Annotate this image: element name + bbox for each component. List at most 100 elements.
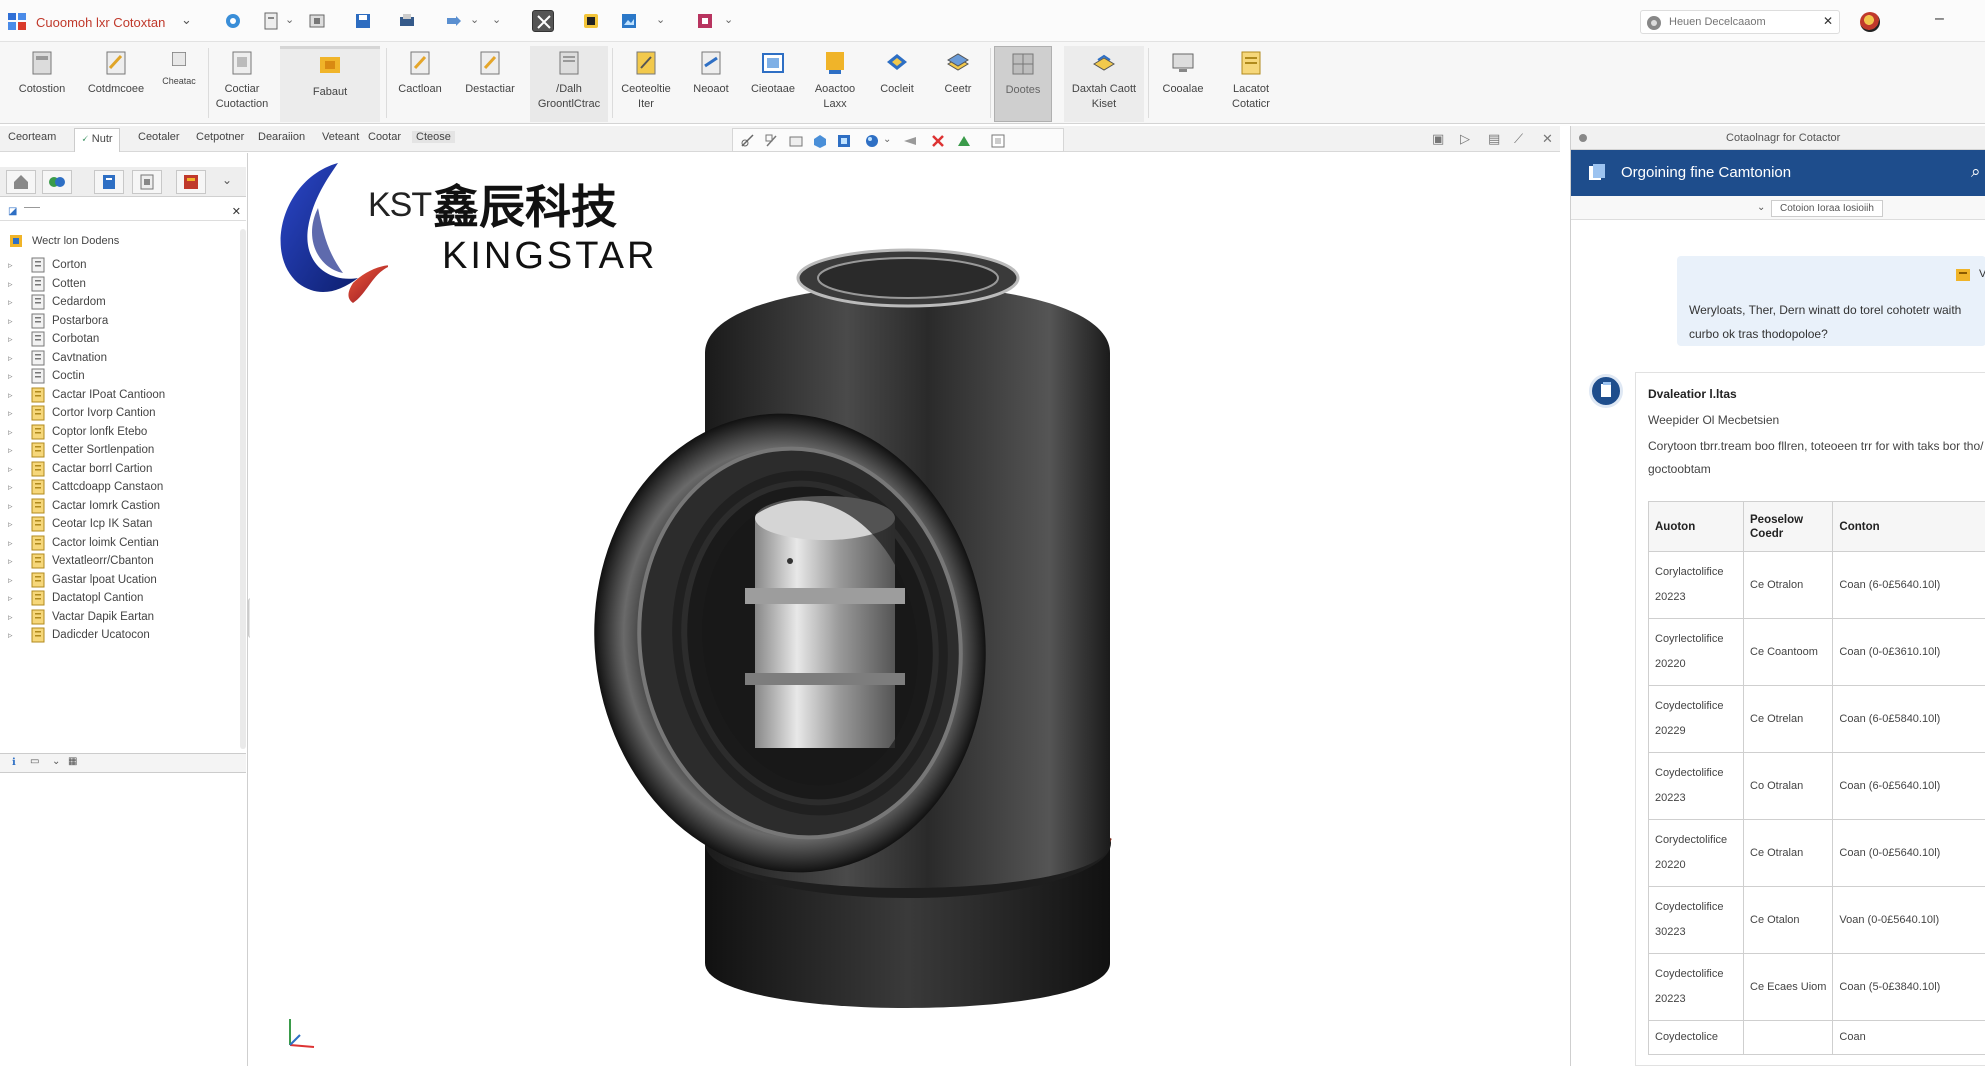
ribbon-button[interactable]: Ceoteoltie Iter <box>616 46 676 122</box>
tab-item[interactable]: 🗸 Nutr <box>74 128 120 152</box>
tab-item[interactable]: Cetpotner <box>196 131 244 143</box>
ribbon-button[interactable]: Ceetr <box>930 46 986 122</box>
ribbon-button[interactable]: Fabaut <box>280 46 380 122</box>
tab-item[interactable]: Cootar <box>368 131 401 143</box>
expand-icon[interactable]: ▹ <box>8 260 13 271</box>
ribbon-button[interactable]: Cooalae <box>1152 46 1214 122</box>
new-document-icon[interactable] <box>260 10 282 32</box>
scene-icon[interactable] <box>955 132 973 150</box>
expand-icon[interactable]: ▹ <box>8 464 13 475</box>
ribbon-button[interactable]: Daxtah Caott Kiset <box>1064 46 1144 122</box>
close-icon[interactable]: ✕ <box>232 205 241 218</box>
notes-icon[interactable] <box>580 10 602 32</box>
table-row[interactable]: Coydectolifice 30223 Ce Otalon Voan (0-0£5… <box>1648 886 1985 954</box>
expand-icon[interactable]: ▹ <box>8 297 13 308</box>
print-icon[interactable] <box>396 10 418 32</box>
scrollbar[interactable] <box>240 229 246 749</box>
tab-item[interactable]: Veteant <box>322 131 359 143</box>
chevron-down-icon[interactable]: ⌄ <box>492 13 501 26</box>
ribbon-button[interactable]: Cocleit <box>868 46 926 122</box>
minimize-icon[interactable]: – <box>1935 10 1944 28</box>
chevron-down-icon[interactable]: ⌄ <box>1757 202 1765 213</box>
ribbon-button[interactable]: Coctiar Cuotaction <box>212 46 272 122</box>
chevron-down-icon[interactable]: ⌄ <box>285 13 294 26</box>
tree-item[interactable]: ▹ Cotten <box>8 276 238 294</box>
table-row[interactable]: Coydectolifice 20229 Ce Otrelan Coan (6-0£… <box>1648 685 1985 753</box>
ribbon-button[interactable]: Lacatot Cotaticr <box>1218 46 1284 122</box>
3d-model[interactable] <box>540 243 1220 1063</box>
tree-item[interactable]: ▹ Coctin <box>8 368 238 386</box>
search-icon[interactable]: ⌕ <box>1971 162 1981 182</box>
expand-icon[interactable]: ▹ <box>8 427 13 438</box>
expand-icon[interactable]: ▹ <box>8 501 13 512</box>
expand-icon[interactable]: ▹ <box>8 519 13 530</box>
ribbon-button[interactable]: Cotostion <box>8 46 76 122</box>
configuration-tab[interactable] <box>94 170 124 194</box>
chevron-down-icon[interactable]: ⌄ <box>724 13 733 26</box>
tree-item[interactable]: ▹ Corton <box>8 257 238 275</box>
display-tab[interactable] <box>176 170 206 194</box>
filter-bar[interactable]: ◪ <box>0 205 246 221</box>
expand-icon[interactable]: ▹ <box>8 390 13 401</box>
chevron-down-icon[interactable]: ⌄ <box>470 13 479 26</box>
property-tab[interactable] <box>42 170 72 194</box>
tree-item[interactable]: ▹ Cattcdoapp Canstaon <box>8 479 238 497</box>
tile-icon[interactable]: ▤ <box>1488 131 1500 147</box>
dimxpert-tab[interactable] <box>132 170 162 194</box>
chevron-down-icon[interactable]: ⌄ <box>883 134 901 152</box>
feature-tree-tab[interactable] <box>6 170 36 194</box>
tree-item[interactable]: ▹ Cetter Sortlenpation <box>8 442 238 460</box>
table-row[interactable]: Coydectolifice 20223 Ce Ecaes Uiom Coan (5… <box>1648 953 1985 1021</box>
ribbon-button[interactable]: Neoaot <box>682 46 740 122</box>
context-tag[interactable]: Cotoion Ioraa Iosioiih <box>1771 200 1883 217</box>
tab-item[interactable]: Ceorteam <box>8 131 56 143</box>
tree-item[interactable]: ▹ Gastar lpoat Ucation <box>8 572 238 590</box>
avatar[interactable] <box>1860 12 1880 32</box>
expand-icon[interactable]: ▹ <box>8 482 13 493</box>
close-icon[interactable]: ✕ <box>1823 14 1833 28</box>
expand-icon[interactable]: ▹ <box>8 538 13 549</box>
viewport-restore-icon[interactable]: ▣ <box>1432 131 1444 147</box>
table-row[interactable]: Corylactolifice 20223 Ce Otralon Coan (6-0… <box>1648 551 1985 619</box>
tree-item[interactable]: ▹ Corbotan <box>8 331 238 349</box>
tree-item[interactable]: ▹ Ceotar Icp IK Satan <box>8 516 238 534</box>
grid-icon[interactable]: ▦ <box>68 756 77 767</box>
title-dropdown-icon[interactable]: ⌄ <box>181 12 192 28</box>
play-icon[interactable]: ▷ <box>1460 131 1470 147</box>
tree-item[interactable]: ▹ Vactar Dapik Eartan <box>8 609 238 627</box>
tab-item[interactable]: Dearaiion <box>258 131 305 143</box>
table-row[interactable]: Corydectolifice 20220 Ce Otralan Coan (0-0… <box>1648 819 1985 887</box>
display-style-icon[interactable] <box>835 132 853 150</box>
tree-item[interactable]: ▹ Cactor loimk Centian <box>8 535 238 553</box>
view-settings-icon[interactable] <box>989 132 1007 150</box>
tree-item[interactable]: ▹ Cavtnation <box>8 350 238 368</box>
expand-icon[interactable]: ▹ <box>8 316 13 327</box>
table-row[interactable]: Coydectolice Coan <box>1648 1020 1985 1055</box>
search-input[interactable] <box>1669 14 1809 30</box>
expand-icon[interactable]: ▹ <box>8 612 13 623</box>
table-row[interactable]: Coyrlectolifice 20220 Ce Coantoom Coan (0-… <box>1648 618 1985 686</box>
ribbon-button[interactable]: /Dalh GroontlCtrac <box>530 46 608 122</box>
search-box[interactable]: ✕ <box>1640 10 1840 34</box>
expand-icon[interactable]: ▹ <box>8 408 13 419</box>
tree-item[interactable]: ▹ Cactar IPoat Cantioon <box>8 387 238 405</box>
expand-icon[interactable]: ▹ <box>8 353 13 364</box>
tab-item[interactable]: Cteose <box>412 131 455 143</box>
info-icon[interactable]: ℹ <box>12 757 16 768</box>
folder-icon[interactable]: ▭ <box>30 756 39 767</box>
image-icon[interactable] <box>618 10 640 32</box>
ribbon-button[interactable]: Aoactoo Laxx <box>806 46 864 122</box>
tree-item[interactable]: ▹ Cactar Iomrk Castion <box>8 498 238 516</box>
expand-icon[interactable]: ▹ <box>8 445 13 456</box>
ribbon-button[interactable]: Cieotaae <box>744 46 802 122</box>
expand-icon[interactable]: ▹ <box>8 575 13 586</box>
graphics-viewport[interactable]: KST 鑫辰科技 KINGSTAR <box>250 153 1811 1066</box>
tree-item[interactable]: ▹ Coptor lonfk Etebo <box>8 424 238 442</box>
zoom-fit-icon[interactable] <box>739 132 757 150</box>
chevron-down-icon[interactable]: ⌄ <box>656 13 665 26</box>
tree-item[interactable]: ▹ Dadicder Ucatocon <box>8 627 238 645</box>
chevron-down-icon[interactable]: ⌄ <box>52 756 60 767</box>
table-row[interactable]: Coydectolifice 20223 Co Otralan Coan (6-0£… <box>1648 752 1985 820</box>
open-file-icon[interactable] <box>306 10 328 32</box>
tree-item[interactable]: ▹ Cortor Ivorp Cantion <box>8 405 238 423</box>
